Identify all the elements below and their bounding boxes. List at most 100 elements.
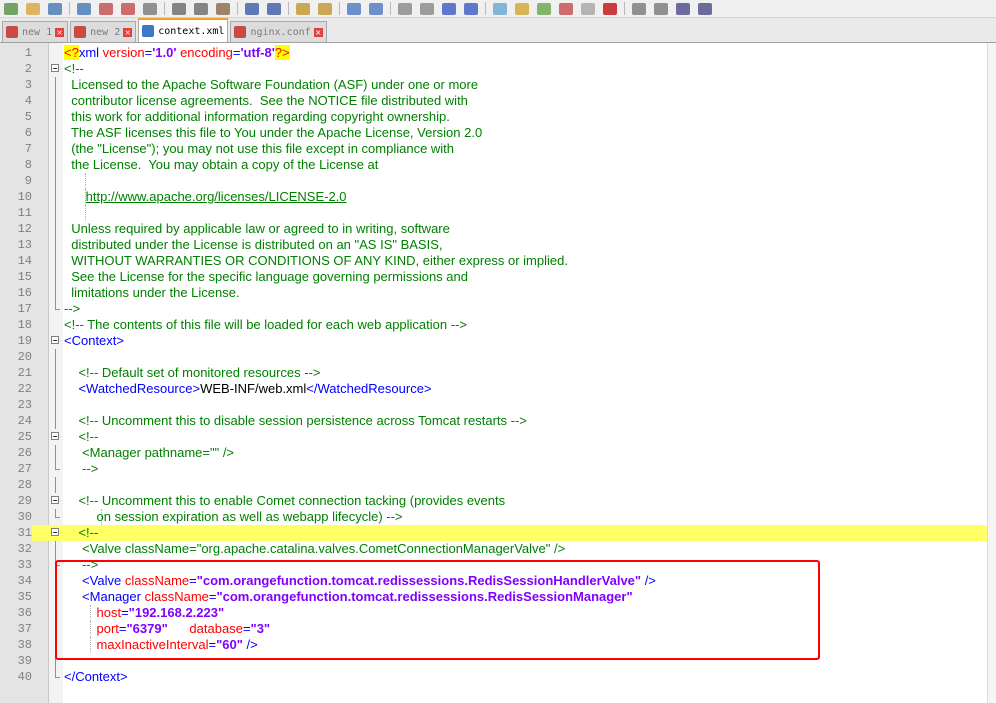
toolbar-separator	[237, 2, 238, 15]
sync-horizontal-icon[interactable]	[420, 2, 434, 15]
tab-context-xml[interactable]: context.xml×	[138, 18, 229, 42]
tab-new-2[interactable]: new 2 ×	[70, 21, 137, 42]
toolbar-separator	[288, 2, 289, 15]
undo-icon[interactable]	[245, 2, 259, 15]
tab-close-icon[interactable]: ×	[55, 27, 65, 37]
tab-new-1[interactable]: new 1 ×	[2, 21, 69, 42]
close-icon[interactable]	[99, 2, 113, 15]
cut-icon[interactable]	[172, 2, 186, 15]
code-editor[interactable]: 1 <?xml version='1.0' encoding='utf-8'?> 2…	[0, 43, 996, 703]
sync-vertical-icon[interactable]	[398, 2, 412, 15]
code-line[interactable]: 31 <!--	[0, 525, 996, 541]
code-line[interactable]: 5 this work for additional information r…	[0, 109, 996, 125]
code-line[interactable]: 28	[0, 477, 996, 493]
print-icon[interactable]	[143, 2, 157, 15]
fold-toggle-icon[interactable]	[51, 528, 59, 536]
code-line[interactable]: 17 -->	[0, 301, 996, 317]
replace-icon[interactable]	[318, 2, 332, 15]
vertical-scrollbar[interactable]	[987, 43, 996, 703]
code-line[interactable]: 4 contributor license agreements. See th…	[0, 93, 996, 109]
tab-close-icon[interactable]: ×	[313, 27, 323, 37]
code-line[interactable]: 14 WITHOUT WARRANTIES OR CONDITIONS OF A…	[0, 253, 996, 269]
code-line[interactable]: 7 (the "License"); you may not use this …	[0, 141, 996, 157]
user-language-icon[interactable]	[515, 2, 529, 15]
code-line[interactable]: 10 http://www.apache.org/licenses/LICENS…	[0, 189, 996, 205]
code-line[interactable]: 29 <!-- Uncomment this to enable Comet c…	[0, 493, 996, 509]
line-number: 31	[0, 525, 32, 541]
line-number: 11	[0, 205, 32, 221]
code-line[interactable]: 23	[0, 397, 996, 413]
code-line[interactable]: 11	[0, 205, 996, 221]
stop-recording-icon[interactable]	[632, 2, 646, 15]
paste-icon[interactable]	[216, 2, 230, 15]
code-line[interactable]: 1 <?xml version='1.0' encoding='utf-8'?>	[0, 45, 996, 61]
line-number: 10	[0, 189, 32, 205]
line-number: 23	[0, 397, 32, 413]
code-line[interactable]: 25 <!--	[0, 429, 996, 445]
line-number: 30	[0, 509, 32, 525]
zoom-out-icon[interactable]	[369, 2, 383, 15]
fold-toggle-icon[interactable]	[51, 336, 59, 344]
code-text: The ASF licenses this file to You under …	[64, 125, 482, 141]
show-all-chars-icon[interactable]	[464, 2, 478, 15]
playback-macro-icon[interactable]	[654, 2, 668, 15]
code-line[interactable]: 9	[0, 173, 996, 189]
indent-guide-icon[interactable]	[493, 2, 507, 15]
code-line[interactable]: 21 <!-- Default set of monitored resourc…	[0, 365, 996, 381]
copy-icon[interactable]	[194, 2, 208, 15]
code-line[interactable]: 30 on session expiration as well as weba…	[0, 509, 996, 525]
saved-file-icon	[142, 25, 155, 37]
code-line[interactable]: 22 <WatchedResource>WEB-INF/web.xml</Wat…	[0, 381, 996, 397]
doc-map-icon[interactable]	[537, 2, 551, 15]
code-line[interactable]: 24 <!-- Uncomment this to disable sessio…	[0, 413, 996, 429]
monitoring-icon[interactable]	[581, 2, 595, 15]
code-line[interactable]: 12 Unless required by applicable law or …	[0, 221, 996, 237]
code-line[interactable]: 19 <Context>	[0, 333, 996, 349]
code-line[interactable]: 32 <Valve className="org.apache.catalina…	[0, 541, 996, 557]
fold-guide-line	[55, 189, 56, 205]
save-icon[interactable]	[48, 2, 62, 15]
code-line[interactable]: 27 -->	[0, 461, 996, 477]
line-number: 32	[0, 541, 32, 557]
fold-toggle-icon[interactable]	[51, 432, 59, 440]
code-line[interactable]: 16 limitations under the License.	[0, 285, 996, 301]
code-line[interactable]: 40 </Context>	[0, 669, 996, 685]
line-number: 7	[0, 141, 32, 157]
toolbar-separator	[69, 2, 70, 15]
new-file-icon[interactable]	[4, 2, 18, 15]
token-url[interactable]: http://www.apache.org/licenses/LICENSE-2…	[86, 189, 347, 204]
save-macro-icon[interactable]	[698, 2, 712, 15]
code-line[interactable]: 6 The ASF licenses this file to You unde…	[0, 125, 996, 141]
line-number: 27	[0, 461, 32, 477]
token-str: 'utf-8'	[240, 45, 275, 60]
code-line[interactable]: 26 <Manager pathname="" />	[0, 445, 996, 461]
fold-toggle-icon[interactable]	[51, 496, 59, 504]
open-file-icon[interactable]	[26, 2, 40, 15]
code-line[interactable]: 13 distributed under the License is dist…	[0, 237, 996, 253]
fold-guide-line	[55, 173, 56, 189]
code-line[interactable]: 20	[0, 349, 996, 365]
zoom-in-icon[interactable]	[347, 2, 361, 15]
code-line[interactable]: 15 See the License for the specific lang…	[0, 269, 996, 285]
code-line[interactable]: 18 <!-- The contents of this file will be…	[0, 317, 996, 333]
word-wrap-icon[interactable]	[442, 2, 456, 15]
find-icon[interactable]	[296, 2, 310, 15]
fold-toggle-icon[interactable]	[51, 64, 59, 72]
tab-nginx-conf[interactable]: nginx.conf ×	[230, 21, 327, 42]
code-line[interactable]: 2 <!--	[0, 61, 996, 77]
code-text: http://www.apache.org/licenses/LICENSE-2…	[64, 189, 347, 205]
run-macro-multiple-icon[interactable]	[676, 2, 690, 15]
redo-icon[interactable]	[267, 2, 281, 15]
token-tag: <Context>	[64, 333, 124, 348]
code-line[interactable]: 8 the License. You may obtain a copy of …	[0, 157, 996, 173]
line-number: 22	[0, 381, 32, 397]
function-list-icon[interactable]	[559, 2, 573, 15]
line-number: 40	[0, 669, 32, 685]
save-all-icon[interactable]	[77, 2, 91, 15]
tab-close-icon[interactable]: ×	[123, 27, 133, 37]
fold-guide-line	[55, 93, 56, 109]
code-line[interactable]: 3 Licensed to the Apache Software Founda…	[0, 77, 996, 93]
close-all-icon[interactable]	[121, 2, 135, 15]
record-macro-icon[interactable]	[603, 2, 617, 15]
code-text: this work for additional information reg…	[64, 109, 450, 125]
